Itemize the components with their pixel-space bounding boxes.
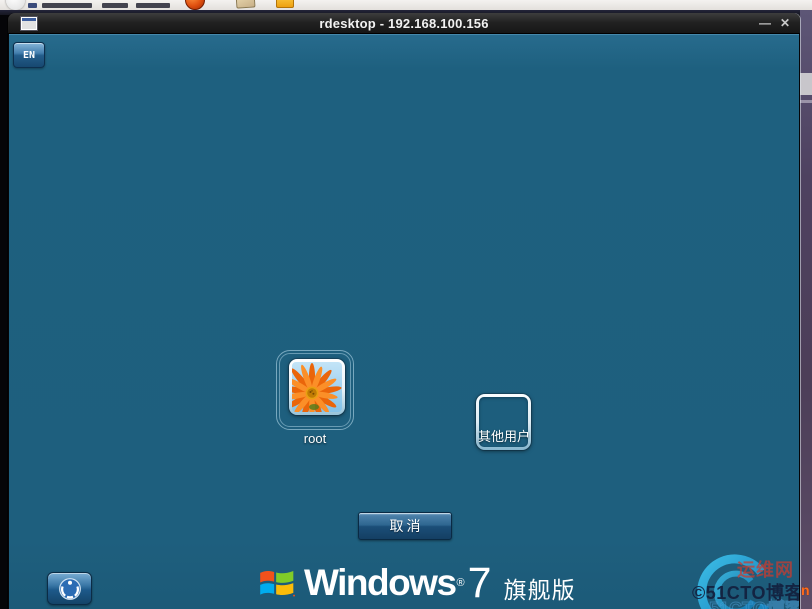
panel-launcher-red-icon[interactable]	[185, 0, 205, 10]
watermark: 运维网 51CTO博客 ©51CTO博客	[679, 545, 799, 609]
watermark-red-text: 运维网	[737, 560, 794, 580]
background-window-edge	[800, 73, 812, 95]
user-name-other[interactable]: 其他用户	[445, 426, 563, 445]
brand-edition-text: 旗舰版	[503, 577, 576, 603]
watermark-logo-icon	[697, 554, 770, 609]
host-desktop-panel	[0, 0, 812, 10]
user-name-root[interactable]: root	[276, 431, 354, 446]
watermark-main-text: ©51CTO博客	[692, 583, 799, 603]
window-titlebar[interactable]: rdesktop - 192.168.100.156 — ✕	[8, 13, 800, 34]
menu-text-fragment	[28, 3, 37, 8]
app-launcher-icon[interactable]	[6, 0, 25, 10]
ease-of-access-icon	[58, 577, 81, 600]
menu-text-fragment	[102, 3, 128, 8]
ease-of-access-button[interactable]	[47, 572, 92, 605]
menu-text-fragment	[136, 3, 170, 8]
window-title: rdesktop - 192.168.100.156	[319, 16, 489, 31]
windows7-logon-screen: EN root 其他用户 取消 Windows ® 7 旗舰版 运维网 51CT…	[9, 34, 799, 609]
flower-avatar-image	[292, 362, 342, 412]
brand-windows-text: Windows	[304, 562, 457, 603]
minimize-button[interactable]: —	[756, 13, 774, 34]
brand-version-text: 7	[467, 558, 492, 607]
user-avatar-root[interactable]	[289, 359, 345, 415]
windows7-brand: Windows ® 7 旗舰版	[259, 555, 576, 609]
windows-flag-icon	[260, 571, 295, 597]
desktop-background-strip: n	[800, 10, 812, 609]
rdesktop-window: rdesktop - 192.168.100.156 — ✕ EN root 其…	[8, 13, 800, 609]
panel-launcher-folder-icon[interactable]	[235, 0, 256, 9]
background-window-line	[800, 100, 812, 103]
user-tile-root[interactable]	[276, 350, 354, 430]
language-indicator-button[interactable]: EN	[13, 42, 45, 68]
close-button[interactable]: ✕	[776, 13, 794, 34]
watermark-echo-text: 51CTO博客	[709, 599, 799, 609]
watermark-edge-fragment: n	[801, 582, 810, 598]
registered-mark: ®	[456, 577, 465, 589]
panel-launcher-yellow-icon[interactable]	[276, 0, 294, 8]
menu-text-fragment	[42, 3, 92, 8]
window-menu-icon[interactable]	[21, 17, 37, 30]
cancel-button[interactable]: 取消	[358, 512, 452, 540]
